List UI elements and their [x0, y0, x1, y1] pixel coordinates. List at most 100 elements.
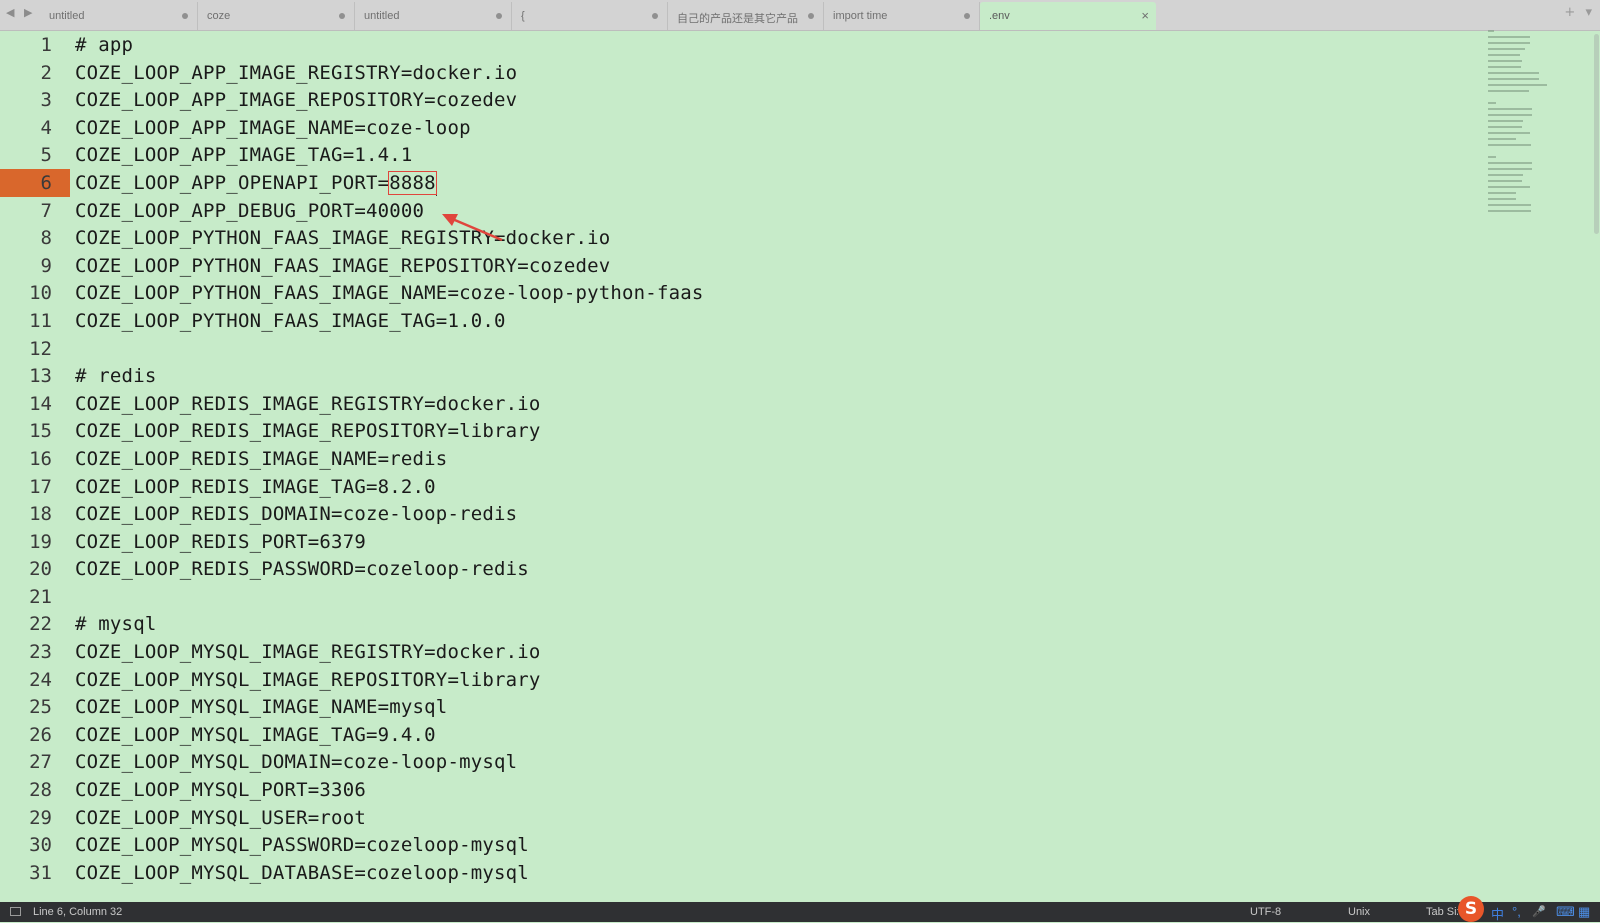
line-text[interactable]: COZE_LOOP_REDIS_IMAGE_REPOSITORY=library: [75, 418, 541, 446]
line-text[interactable]: COZE_LOOP_MYSQL_PORT=3306: [75, 777, 366, 805]
keyboard-icon[interactable]: ⌨: [1556, 904, 1575, 920]
line-text[interactable]: COZE_LOOP_REDIS_IMAGE_NAME=redis: [75, 446, 447, 474]
line-text[interactable]: # app: [75, 32, 133, 60]
ime-menu-grid-icon[interactable]: ▦: [1578, 904, 1590, 920]
tab-label: .env: [989, 10, 1010, 22]
ime-language-toggle[interactable]: 中: [1491, 904, 1504, 923]
line-key-text: COZE_LOOP_MYSQL_IMAGE_TAG=9.4.0: [75, 723, 436, 746]
line-text[interactable]: COZE_LOOP_APP_DEBUG_PORT=40000: [75, 198, 424, 226]
line-text[interactable]: COZE_LOOP_MYSQL_DOMAIN=coze-loop-mysql: [75, 749, 517, 777]
minimap-line: [1488, 180, 1523, 182]
encoding-indicator[interactable]: UTF-8: [1250, 906, 1281, 918]
line-key-text: COZE_LOOP_REDIS_PASSWORD=cozeloop-redis: [75, 558, 529, 581]
panel-toggle-icon[interactable]: [10, 907, 21, 916]
line-text[interactable]: COZE_LOOP_MYSQL_DATABASE=cozeloop-mysql: [75, 860, 529, 888]
sogou-logo-icon[interactable]: S: [1458, 896, 1484, 922]
line-key-text: COZE_LOOP_APP_DEBUG_PORT=40000: [75, 199, 425, 222]
line-number: 11: [29, 309, 52, 332]
unsaved-dot-icon[interactable]: [652, 13, 658, 19]
line-text[interactable]: COZE_LOOP_PYTHON_FAAS_IMAGE_NAME=coze-lo…: [75, 280, 704, 308]
code-editor[interactable]: 1 # app 2 COZE_LOOP_APP_IMAGE_REGISTRY=dock…: [0, 30, 1600, 902]
minimap-line: [1488, 186, 1530, 188]
tab-nav-arrows[interactable]: ◀ ▶: [6, 6, 36, 24]
minimap-line: [1488, 156, 1496, 158]
line-text[interactable]: COZE_LOOP_MYSQL_IMAGE_TAG=9.4.0: [75, 722, 436, 750]
tab-5[interactable]: import time: [824, 2, 980, 30]
tab-6[interactable]: .env ×: [980, 2, 1156, 30]
minimap-line: [1488, 204, 1531, 206]
minimap-line: [1488, 132, 1530, 134]
new-tab-icon[interactable]: +: [1564, 5, 1575, 20]
highlighted-port-value: 8888: [388, 170, 437, 195]
line-text[interactable]: COZE_LOOP_REDIS_IMAGE_REGISTRY=docker.io: [75, 391, 541, 419]
line-number: 22: [29, 613, 52, 636]
line-text[interactable]: COZE_LOOP_MYSQL_IMAGE_REPOSITORY=library: [75, 667, 541, 695]
line-number: 4: [40, 116, 52, 139]
minimap-line: [1488, 72, 1539, 74]
line-key-text: # mysql: [75, 613, 157, 636]
line-text[interactable]: COZE_LOOP_APP_IMAGE_REGISTRY=docker.io: [75, 60, 517, 88]
tab-2[interactable]: untitled: [355, 2, 512, 30]
status-bar: Line 6, Column 32 UTF-8 Unix Tab Siz S 中…: [0, 896, 1600, 923]
tab-3[interactable]: {: [512, 2, 668, 30]
tab-0[interactable]: untitled: [40, 2, 198, 30]
line-text[interactable]: COZE_LOOP_REDIS_IMAGE_TAG=8.2.0: [75, 474, 436, 502]
line-text[interactable]: COZE_LOOP_MYSQL_IMAGE_NAME=mysql: [75, 694, 447, 722]
line-number: 19: [29, 530, 52, 553]
line-key-text: COZE_LOOP_MYSQL_IMAGE_REGISTRY=docker.io: [75, 641, 541, 664]
line-text[interactable]: COZE_LOOP_REDIS_PORT=6379: [75, 529, 366, 557]
text-caret: [436, 171, 437, 196]
line-text[interactable]: COZE_LOOP_REDIS_PASSWORD=cozeloop-redis: [75, 556, 529, 584]
line-text[interactable]: COZE_LOOP_MYSQL_IMAGE_REGISTRY=docker.io: [75, 639, 541, 667]
tab-size-indicator[interactable]: Tab Siz: [1426, 906, 1462, 918]
unsaved-dot-icon[interactable]: [182, 13, 188, 19]
line-number: 29: [29, 806, 52, 829]
minimap-line: [1488, 126, 1523, 128]
line-number: 24: [29, 668, 52, 691]
minimap-line: [1488, 78, 1539, 80]
line-text[interactable]: COZE_LOOP_APP_IMAGE_NAME=coze-loop: [75, 115, 471, 143]
minimap-line: [1488, 162, 1532, 164]
line-key-text: COZE_LOOP_REDIS_PORT=6379: [75, 530, 366, 553]
line-key-text: # redis: [75, 365, 157, 388]
line-text[interactable]: COZE_LOOP_APP_OPENAPI_PORT=8888: [75, 170, 437, 198]
unsaved-dot-icon[interactable]: [808, 13, 814, 19]
line-text[interactable]: COZE_LOOP_APP_IMAGE_REPOSITORY=cozedev: [75, 87, 517, 115]
microphone-icon[interactable]: 🎤: [1532, 905, 1546, 918]
minimap-line: [1488, 114, 1532, 116]
unsaved-dot-icon[interactable]: [496, 13, 502, 19]
tabbar-controls: + ▾: [1558, 5, 1592, 20]
cursor-position[interactable]: Line 6, Column 32: [33, 906, 122, 918]
line-text[interactable]: COZE_LOOP_PYTHON_FAAS_IMAGE_REPOSITORY=c…: [75, 253, 610, 281]
line-number: 28: [29, 779, 52, 802]
line-text[interactable]: COZE_LOOP_REDIS_DOMAIN=coze-loop-redis: [75, 501, 517, 529]
line-number: 13: [29, 365, 52, 388]
line-text[interactable]: COZE_LOOP_APP_IMAGE_TAG=1.4.1: [75, 142, 413, 170]
line-key-text: COZE_LOOP_PYTHON_FAAS_IMAGE_NAME=coze-lo…: [75, 282, 704, 305]
line-key-text: COZE_LOOP_PYTHON_FAAS_IMAGE_TAG=1.0.0: [75, 309, 506, 332]
line-text[interactable]: COZE_LOOP_PYTHON_FAAS_IMAGE_REGISTRY=doc…: [75, 225, 610, 253]
line-text[interactable]: COZE_LOOP_PYTHON_FAAS_IMAGE_TAG=1.0.0: [75, 308, 506, 336]
line-number: 12: [29, 337, 52, 360]
unsaved-dot-icon[interactable]: [339, 13, 345, 19]
tab-4[interactable]: 自己的产品还是其它产品: [668, 2, 824, 30]
minimap-line: [1488, 138, 1516, 140]
unsaved-dot-icon[interactable]: [964, 13, 970, 19]
minimap[interactable]: [1488, 30, 1558, 230]
tab-list-dropdown-icon[interactable]: ▾: [1585, 5, 1592, 20]
line-number: 27: [29, 751, 52, 774]
vertical-scrollbar[interactable]: [1594, 34, 1599, 234]
ime-punctuation-toggle[interactable]: °,: [1512, 904, 1521, 919]
line-number: 23: [29, 641, 52, 664]
line-endings-indicator[interactable]: Unix: [1348, 906, 1370, 918]
line-text[interactable]: # redis: [75, 363, 156, 391]
line-key-text: COZE_LOOP_PYTHON_FAAS_IMAGE_REPOSITORY=c…: [75, 254, 611, 277]
tab-1[interactable]: coze: [198, 2, 355, 30]
tab-close-icon[interactable]: ×: [1141, 8, 1149, 23]
minimap-line: [1488, 108, 1532, 110]
tab-bar: ◀ ▶ untitled coze untitled {自己的产品还是其它产品 impo…: [0, 0, 1600, 31]
line-text[interactable]: COZE_LOOP_MYSQL_USER=root: [75, 805, 366, 833]
line-number: 16: [29, 447, 52, 470]
line-text[interactable]: # mysql: [75, 611, 156, 639]
line-text[interactable]: COZE_LOOP_MYSQL_PASSWORD=cozeloop-mysql: [75, 832, 529, 860]
